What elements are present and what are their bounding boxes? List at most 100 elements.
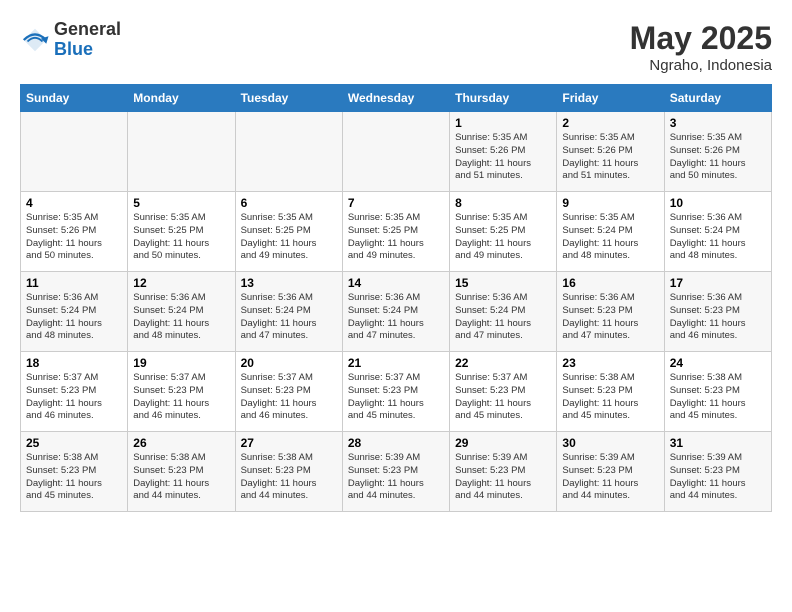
day-info: Sunrise: 5:37 AMSunset: 5:23 PMDaylight:… — [348, 372, 444, 423]
day-info-line: Daylight: 11 hours — [348, 478, 424, 489]
day-info-line: Daylight: 11 hours — [562, 318, 638, 329]
day-info-line: Sunset: 5:23 PM — [455, 385, 525, 396]
day-info: Sunrise: 5:35 AMSunset: 5:25 PMDaylight:… — [133, 212, 229, 263]
day-info-line: and 45 minutes. — [348, 410, 416, 421]
day-info-line: Sunset: 5:23 PM — [26, 465, 96, 476]
calendar-cell: 5Sunrise: 5:35 AMSunset: 5:25 PMDaylight… — [128, 192, 235, 272]
calendar-title: May 2025 — [630, 20, 772, 57]
day-info: Sunrise: 5:38 AMSunset: 5:23 PMDaylight:… — [562, 372, 658, 423]
day-info-line: Sunrise: 5:36 AM — [26, 292, 98, 303]
day-info-line: Sunset: 5:23 PM — [241, 385, 311, 396]
calendar-cell: 21Sunrise: 5:37 AMSunset: 5:23 PMDayligh… — [342, 352, 449, 432]
day-info-line: Daylight: 11 hours — [670, 398, 746, 409]
day-info-line: Sunset: 5:26 PM — [670, 145, 740, 156]
calendar-cell: 13Sunrise: 5:36 AMSunset: 5:24 PMDayligh… — [235, 272, 342, 352]
day-info-line: Daylight: 11 hours — [26, 478, 102, 489]
day-info: Sunrise: 5:38 AMSunset: 5:23 PMDaylight:… — [241, 452, 337, 503]
day-info: Sunrise: 5:37 AMSunset: 5:23 PMDaylight:… — [133, 372, 229, 423]
day-info-line: Sunset: 5:26 PM — [26, 225, 96, 236]
calendar-cell — [21, 112, 128, 192]
day-info-line: Sunset: 5:23 PM — [670, 385, 740, 396]
day-info: Sunrise: 5:35 AMSunset: 5:26 PMDaylight:… — [562, 132, 658, 183]
calendar-cell: 7Sunrise: 5:35 AMSunset: 5:25 PMDaylight… — [342, 192, 449, 272]
day-info-line: Sunset: 5:23 PM — [133, 385, 203, 396]
day-info-line: Sunset: 5:24 PM — [26, 305, 96, 316]
day-number: 3 — [670, 116, 766, 130]
day-info-line: and 49 minutes. — [241, 250, 309, 261]
calendar-cell: 23Sunrise: 5:38 AMSunset: 5:23 PMDayligh… — [557, 352, 664, 432]
day-info: Sunrise: 5:35 AMSunset: 5:25 PMDaylight:… — [348, 212, 444, 263]
calendar-cell: 6Sunrise: 5:35 AMSunset: 5:25 PMDaylight… — [235, 192, 342, 272]
day-number: 26 — [133, 436, 229, 450]
header-cell-sunday: Sunday — [21, 85, 128, 112]
day-number: 11 — [26, 276, 122, 290]
day-number: 10 — [670, 196, 766, 210]
calendar-cell: 18Sunrise: 5:37 AMSunset: 5:23 PMDayligh… — [21, 352, 128, 432]
day-info-line: Sunrise: 5:36 AM — [241, 292, 313, 303]
day-info-line: Sunrise: 5:36 AM — [133, 292, 205, 303]
day-info-line: and 45 minutes. — [26, 490, 94, 501]
calendar-subtitle: Ngraho, Indonesia — [630, 57, 772, 74]
calendar-cell: 9Sunrise: 5:35 AMSunset: 5:24 PMDaylight… — [557, 192, 664, 272]
day-number: 16 — [562, 276, 658, 290]
calendar-cell: 31Sunrise: 5:39 AMSunset: 5:23 PMDayligh… — [664, 432, 771, 512]
day-info: Sunrise: 5:37 AMSunset: 5:23 PMDaylight:… — [26, 372, 122, 423]
day-info-line: and 48 minutes. — [26, 330, 94, 341]
day-number: 17 — [670, 276, 766, 290]
calendar-cell: 10Sunrise: 5:36 AMSunset: 5:24 PMDayligh… — [664, 192, 771, 272]
day-info-line: Daylight: 11 hours — [26, 318, 102, 329]
day-info-line: Sunset: 5:23 PM — [241, 465, 311, 476]
day-info-line: and 49 minutes. — [455, 250, 523, 261]
header-cell-monday: Monday — [128, 85, 235, 112]
day-info: Sunrise: 5:36 AMSunset: 5:23 PMDaylight:… — [670, 292, 766, 343]
logo-text: General Blue — [54, 20, 121, 60]
day-number: 4 — [26, 196, 122, 210]
calendar-cell: 16 Sunrise: 5:36 AMSunset: 5:23 PMDayligh… — [557, 272, 664, 352]
day-info-line: and 44 minutes. — [133, 490, 201, 501]
day-info-line: and 50 minutes. — [670, 170, 738, 181]
day-info-line: Daylight: 11 hours — [133, 478, 209, 489]
day-info-line: and 49 minutes. — [348, 250, 416, 261]
calendar-cell: 19Sunrise: 5:37 AMSunset: 5:23 PMDayligh… — [128, 352, 235, 432]
header-cell-tuesday: Tuesday — [235, 85, 342, 112]
day-info-line: Daylight: 11 hours — [26, 238, 102, 249]
day-info-line: Daylight: 11 hours — [241, 238, 317, 249]
day-info-line: Sunrise: 5:35 AM — [26, 212, 98, 223]
calendar-cell: 11 Sunrise: 5:36 AM Sunset: 5:24 PM Dayligh… — [21, 272, 128, 352]
calendar-cell: 17 Sunrise: 5:36 AMSunset: 5:23 PMDayligh… — [664, 272, 771, 352]
day-info: Sunrise: 5:35 AMSunset: 5:25 PMDaylight:… — [241, 212, 337, 263]
calendar-cell: 25Sunrise: 5:38 AMSunset: 5:23 PMDayligh… — [21, 432, 128, 512]
day-info-line: Sunrise: 5:35 AM — [133, 212, 205, 223]
day-info-line: Sunrise: 5:37 AM — [133, 372, 205, 383]
day-info-line: Daylight: 11 hours — [562, 398, 638, 409]
day-info-line: and 51 minutes. — [455, 170, 523, 181]
header-cell-thursday: Thursday — [450, 85, 557, 112]
day-info-line: and 48 minutes. — [670, 250, 738, 261]
day-number: 31 — [670, 436, 766, 450]
day-info: Sunrise: 5:38 AMSunset: 5:23 PMDaylight:… — [133, 452, 229, 503]
day-info-line: Daylight: 11 hours — [348, 238, 424, 249]
day-info-line: and 44 minutes. — [348, 490, 416, 501]
calendar-cell: 24Sunrise: 5:38 AMSunset: 5:23 PMDayligh… — [664, 352, 771, 432]
day-info: Sunrise: 5:36 AMSunset: 5:24 PMDaylight:… — [455, 292, 551, 343]
day-info-line: Daylight: 11 hours — [562, 158, 638, 169]
day-info-line: Daylight: 11 hours — [670, 238, 746, 249]
day-info-line: Sunrise: 5:35 AM — [455, 212, 527, 223]
calendar-cell: 14Sunrise: 5:36 AMSunset: 5:24 PMDayligh… — [342, 272, 449, 352]
calendar-cell: 4 Sunrise: 5:35 AM Sunset: 5:26 PM Daylight… — [21, 192, 128, 272]
day-info-line: and 44 minutes. — [455, 490, 523, 501]
day-number: 2 — [562, 116, 658, 130]
day-info-line: Sunrise: 5:39 AM — [455, 452, 527, 463]
day-info-line: and 50 minutes. — [26, 250, 94, 261]
calendar-cell: 22Sunrise: 5:37 AMSunset: 5:23 PMDayligh… — [450, 352, 557, 432]
day-info-line: and 46 minutes. — [133, 410, 201, 421]
day-info-line: Sunset: 5:25 PM — [133, 225, 203, 236]
day-info-line: Sunrise: 5:38 AM — [562, 372, 634, 383]
day-info-line: Sunrise: 5:36 AM — [670, 292, 742, 303]
day-info: Sunrise: 5:35 AMSunset: 5:26 PMDaylight:… — [455, 132, 551, 183]
day-info-line: Sunrise: 5:35 AM — [562, 212, 634, 223]
day-number: 8 — [455, 196, 551, 210]
day-info: Sunrise: 5:35 AMSunset: 5:26 PMDaylight:… — [670, 132, 766, 183]
day-info: Sunrise: 5:36 AMSunset: 5:23 PMDaylight:… — [562, 292, 658, 343]
calendar-cell: 30Sunrise: 5:39 AMSunset: 5:23 PMDayligh… — [557, 432, 664, 512]
